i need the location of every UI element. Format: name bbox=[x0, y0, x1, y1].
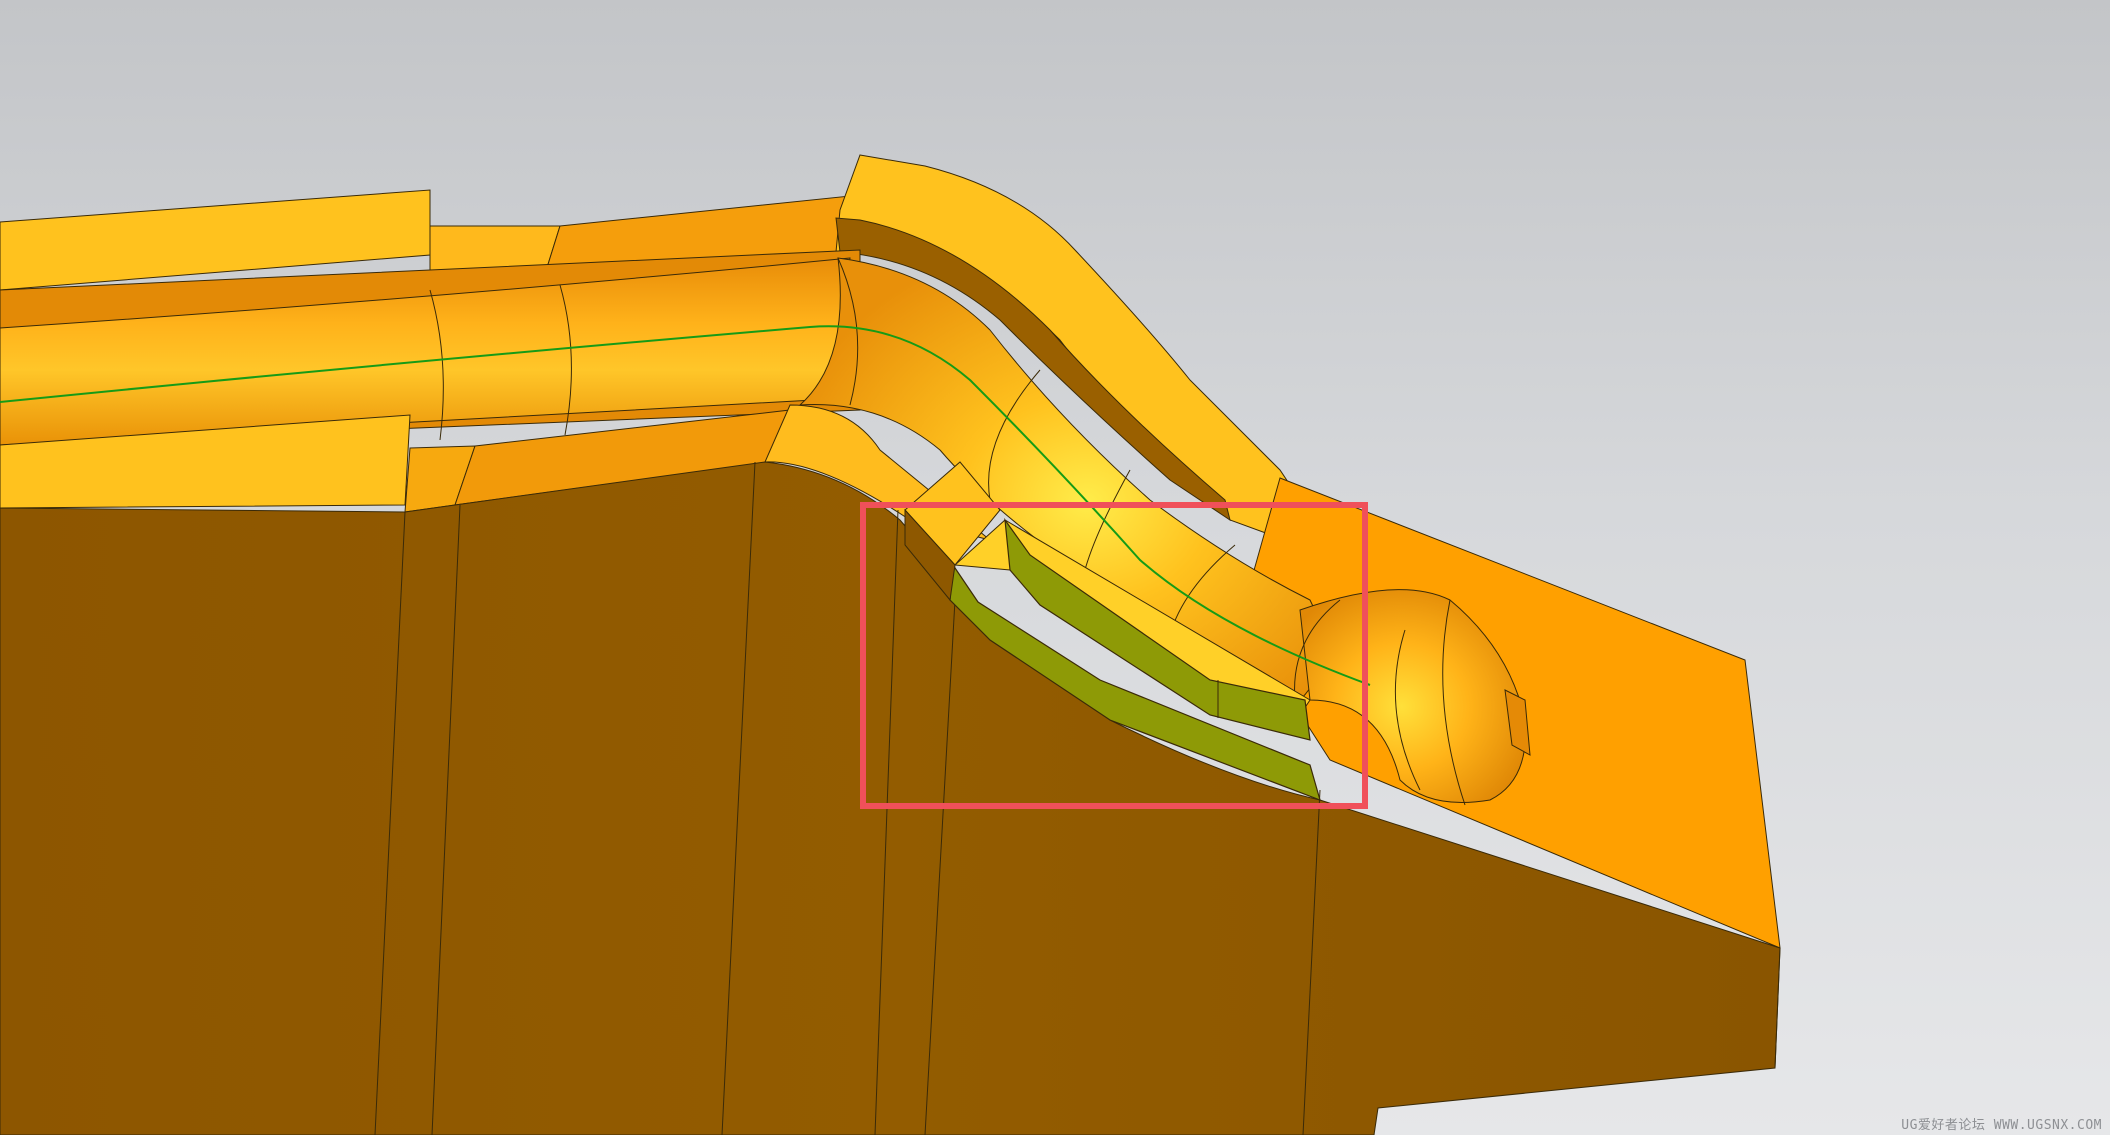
watermark-text: UG爱好者论坛 WWW.UGSNX.COM bbox=[1901, 1118, 2102, 1133]
graphics-viewport[interactable]: UG爱好者论坛 WWW.UGSNX.COM bbox=[0, 0, 2110, 1135]
3d-model-view[interactable] bbox=[0, 0, 2110, 1135]
